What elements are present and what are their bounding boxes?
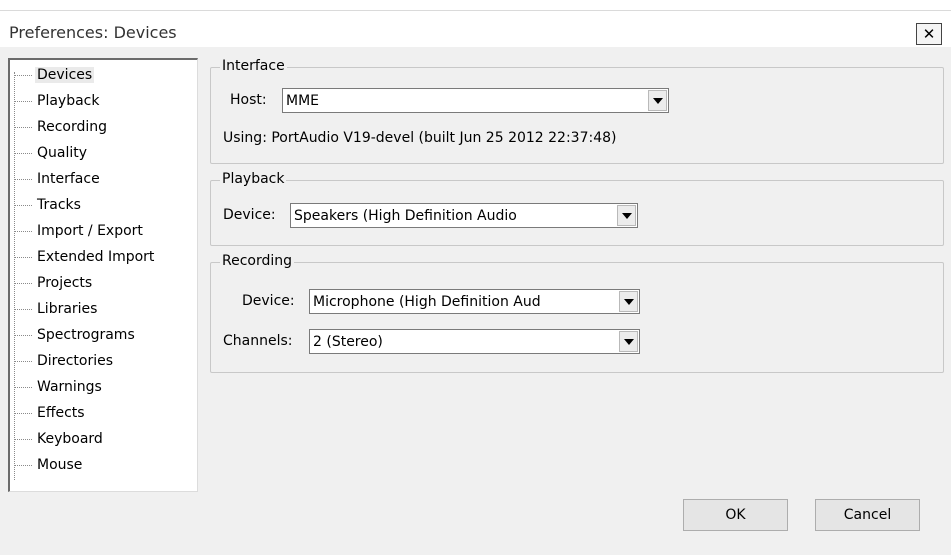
playback-dropdown-button[interactable] (617, 205, 636, 226)
category-tree[interactable]: Devices Playback Recording Quality Inter… (8, 58, 198, 492)
title-bar: Preferences: Devices ✕ (0, 11, 951, 47)
tree-item-mouse[interactable]: Mouse (10, 453, 198, 477)
ok-button[interactable]: OK (683, 499, 788, 531)
ok-button-label: OK (725, 507, 746, 523)
playback-group-legend: Playback (220, 171, 287, 187)
tree-item-label: Recording (37, 119, 108, 135)
playback-device-select[interactable]: Speakers (High Definition Audio (290, 203, 638, 228)
host-select-value: MME (286, 92, 320, 109)
recording-device-value: Microphone (High Definition Aud (313, 293, 541, 310)
host-label: Host: (230, 92, 267, 108)
close-button[interactable]: ✕ (916, 23, 942, 45)
tree-item-label: Keyboard (37, 431, 103, 447)
tree-item-label: Tracks (37, 197, 81, 213)
tree-item-devices[interactable]: Devices (10, 63, 198, 87)
tree-item-label: Mouse (37, 457, 83, 473)
cancel-button-label: Cancel (843, 507, 892, 523)
tree-item-keyboard[interactable]: Keyboard (10, 427, 198, 451)
tree-item-label: Import / Export (37, 223, 143, 239)
recording-group-legend: Recording (220, 253, 295, 269)
close-icon: ✕ (922, 24, 936, 43)
chevron-down-icon (623, 298, 634, 305)
tree-item-label: Spectrograms (37, 327, 135, 343)
tree-item-label: Warnings (37, 379, 102, 395)
window-title: Preferences: Devices (9, 23, 177, 42)
chevron-down-icon (621, 212, 632, 219)
tree-item-projects[interactable]: Projects (10, 271, 198, 295)
interface-group: Interface Host: MME Using: PortAudio V19… (210, 58, 944, 164)
tree-item-tracks[interactable]: Tracks (10, 193, 198, 217)
tree-item-label: Playback (37, 93, 100, 109)
tree-item-label: Devices (35, 67, 95, 83)
tree-item-directories[interactable]: Directories (10, 349, 198, 373)
tree-item-playback[interactable]: Playback (10, 89, 198, 113)
tree-item-spectrograms[interactable]: Spectrograms (10, 323, 198, 347)
channels-dropdown-button[interactable] (619, 331, 638, 352)
channels-label: Channels: (223, 333, 293, 349)
chevron-down-icon (652, 97, 663, 104)
channels-value: 2 (Stereo) (313, 333, 383, 350)
recording-device-label: Device: (242, 293, 295, 309)
playback-device-label: Device: (223, 207, 276, 223)
recording-dropdown-button[interactable] (619, 291, 638, 312)
recording-group: Recording Device: Microphone (High Defin… (210, 253, 944, 373)
tree-item-interface[interactable]: Interface (10, 167, 198, 191)
host-dropdown-button[interactable] (648, 90, 667, 111)
playback-device-value: Speakers (High Definition Audio (294, 207, 517, 224)
portaudio-info-text: Using: PortAudio V19-devel (built Jun 25… (223, 130, 617, 146)
tree-item-label: Quality (37, 145, 88, 161)
tree-item-warnings[interactable]: Warnings (10, 375, 198, 399)
cancel-button[interactable]: Cancel (815, 499, 920, 531)
tree-item-recording[interactable]: Recording (10, 115, 198, 139)
preferences-window: Preferences: Devices ✕ Devices Playback … (0, 10, 951, 555)
chevron-down-icon (623, 338, 634, 345)
interface-group-legend: Interface (220, 58, 287, 74)
channels-select[interactable]: 2 (Stereo) (309, 329, 640, 354)
recording-device-select[interactable]: Microphone (High Definition Aud (309, 289, 640, 314)
tree-item-label: Projects (37, 275, 93, 291)
tree-item-quality[interactable]: Quality (10, 141, 198, 165)
tree-item-import-export[interactable]: Import / Export (10, 219, 198, 243)
tree-item-label: Interface (37, 171, 100, 187)
tree-item-label: Extended Import (37, 249, 155, 265)
host-select[interactable]: MME (282, 88, 669, 113)
playback-group: Playback Device: Speakers (High Definiti… (210, 171, 944, 246)
tree-item-label: Directories (37, 353, 114, 369)
tree-item-label: Effects (37, 405, 85, 421)
tree-item-effects[interactable]: Effects (10, 401, 198, 425)
tree-item-libraries[interactable]: Libraries (10, 297, 198, 321)
tree-item-label: Libraries (37, 301, 98, 317)
tree-item-extended-import[interactable]: Extended Import (10, 245, 198, 269)
